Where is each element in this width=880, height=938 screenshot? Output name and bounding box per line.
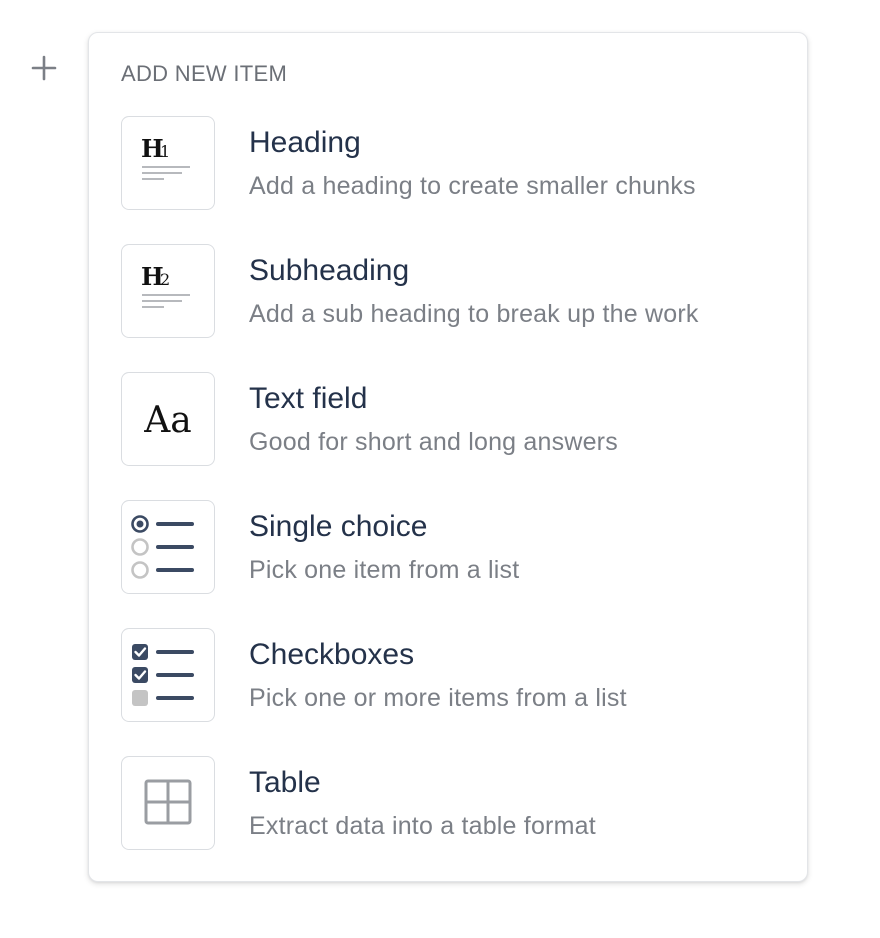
svg-text:1: 1 [160, 142, 170, 161]
text-field-icon: Aa [121, 372, 215, 466]
heading-2-icon: H 2 [121, 244, 215, 338]
item-title: Single choice [249, 510, 428, 543]
menu-item-checkboxes[interactable]: Checkboxes Pick one or more items from a… [121, 628, 791, 724]
item-title: Subheading [249, 254, 410, 287]
plus-icon [31, 55, 57, 81]
menu-item-subheading[interactable]: H 2 Subheading Add a sub heading to brea… [121, 244, 791, 340]
add-item-button[interactable] [28, 52, 60, 84]
item-description: Good for short and long answers [249, 428, 618, 456]
item-title: Text field [249, 382, 368, 415]
add-item-menu: ADD NEW ITEM H 1 Heading Add a heading t… [88, 32, 808, 882]
item-description: Add a heading to create smaller chunks [249, 172, 696, 200]
item-title: Heading [249, 126, 361, 159]
item-description: Pick one item from a list [249, 556, 520, 584]
item-title: Table [249, 766, 321, 799]
item-title: Checkboxes [249, 638, 415, 671]
heading-1-icon: H 1 [121, 116, 215, 210]
menu-header: ADD NEW ITEM [121, 61, 288, 86]
svg-text:2: 2 [160, 270, 170, 289]
radio-list-icon [121, 500, 215, 594]
menu-item-table[interactable]: Table Extract data into a table format [121, 756, 791, 852]
svg-text:Aa: Aa [143, 400, 191, 441]
table-icon [121, 756, 215, 850]
add-item-screen: ADD NEW ITEM H 1 Heading Add a heading t… [0, 0, 880, 938]
item-description: Extract data into a table format [249, 812, 596, 840]
checkbox-list-icon [121, 628, 215, 722]
menu-item-text-field[interactable]: Aa Text field Good for short and long an… [121, 372, 791, 468]
menu-item-single-choice[interactable]: Single choice Pick one item from a list [121, 500, 791, 596]
menu-item-heading[interactable]: H 1 Heading Add a heading to create smal… [121, 116, 791, 212]
item-description: Add a sub heading to break up the work [249, 300, 699, 328]
item-description: Pick one or more items from a list [249, 684, 627, 712]
